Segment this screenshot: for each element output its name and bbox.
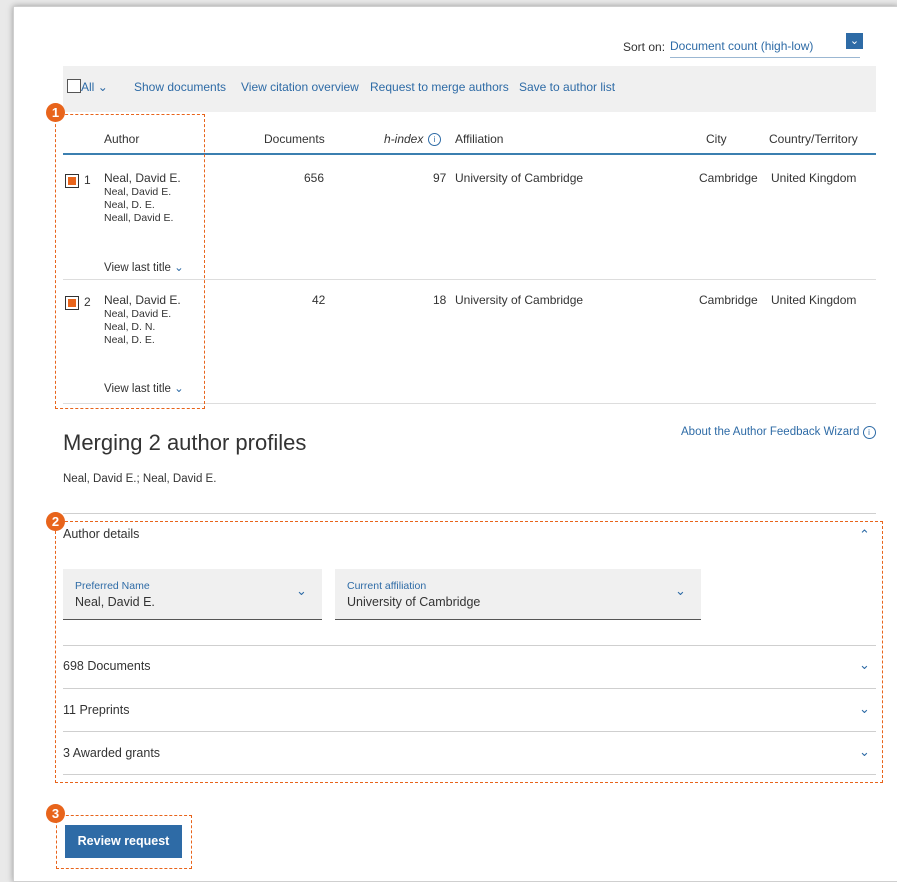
info-icon[interactable]: i — [428, 133, 441, 146]
info-icon: i — [862, 426, 876, 439]
section-divider — [63, 513, 876, 514]
column-header-documents[interactable]: Documents — [264, 132, 325, 146]
country-value: United Kingdom — [771, 293, 857, 307]
merge-title: Merging 2 author profiles — [63, 430, 307, 455]
show-documents-link[interactable]: Show documents — [134, 80, 226, 94]
city-value: Cambridge — [699, 171, 758, 185]
author-search-panel: Sort on: Document count (high-low) ⌄ All… — [13, 6, 897, 882]
author-feedback-wizard-link[interactable]: About the Author Feedback Wizard i — [681, 426, 876, 439]
documents-count-link[interactable]: 656 — [304, 171, 324, 185]
merge-author-names: Neal, David E.; Neal, David E. — [63, 473, 217, 485]
chevron-down-icon: ⌄ — [97, 80, 108, 94]
city-value: Cambridge — [699, 293, 758, 307]
column-header-hindex[interactable]: h-index — [384, 132, 423, 146]
documents-count-link[interactable]: 42 — [312, 293, 325, 307]
callout-badge: 3 — [46, 804, 65, 823]
view-citation-overview-link[interactable]: View citation overview — [241, 80, 359, 94]
sort-label: Sort on: — [623, 40, 666, 54]
select-all-dropdown[interactable]: All ⌄ — [81, 80, 108, 94]
country-value: United Kingdom — [771, 171, 857, 185]
results-toolbar: All ⌄ Show documents View citation overv… — [63, 66, 876, 112]
callout-badge: 1 — [46, 103, 65, 122]
column-header-affiliation[interactable]: Affiliation — [455, 132, 503, 146]
affiliation-value: University of Cambridge — [455, 171, 584, 185]
sort-value: Document count (high-low) — [670, 39, 814, 53]
request-merge-link[interactable]: Request to merge authors — [370, 80, 509, 94]
sort-select[interactable]: Document count (high-low) — [670, 39, 860, 58]
save-author-list-link[interactable]: Save to author list — [519, 80, 615, 94]
hindex-value: 97 — [433, 171, 447, 185]
highlight-review-button — [56, 815, 192, 869]
affiliation-value: University of Cambridge — [455, 293, 584, 307]
column-header-city[interactable]: City — [706, 132, 727, 146]
highlight-author-column — [55, 114, 205, 409]
select-all-checkbox[interactable] — [67, 79, 81, 93]
column-header-country[interactable]: Country/Territory — [769, 132, 858, 146]
hindex-value: 18 — [433, 293, 447, 307]
callout-badge: 2 — [46, 512, 65, 531]
highlight-author-details — [55, 521, 883, 783]
sort-chevron-down-icon[interactable]: ⌄ — [846, 33, 863, 49]
